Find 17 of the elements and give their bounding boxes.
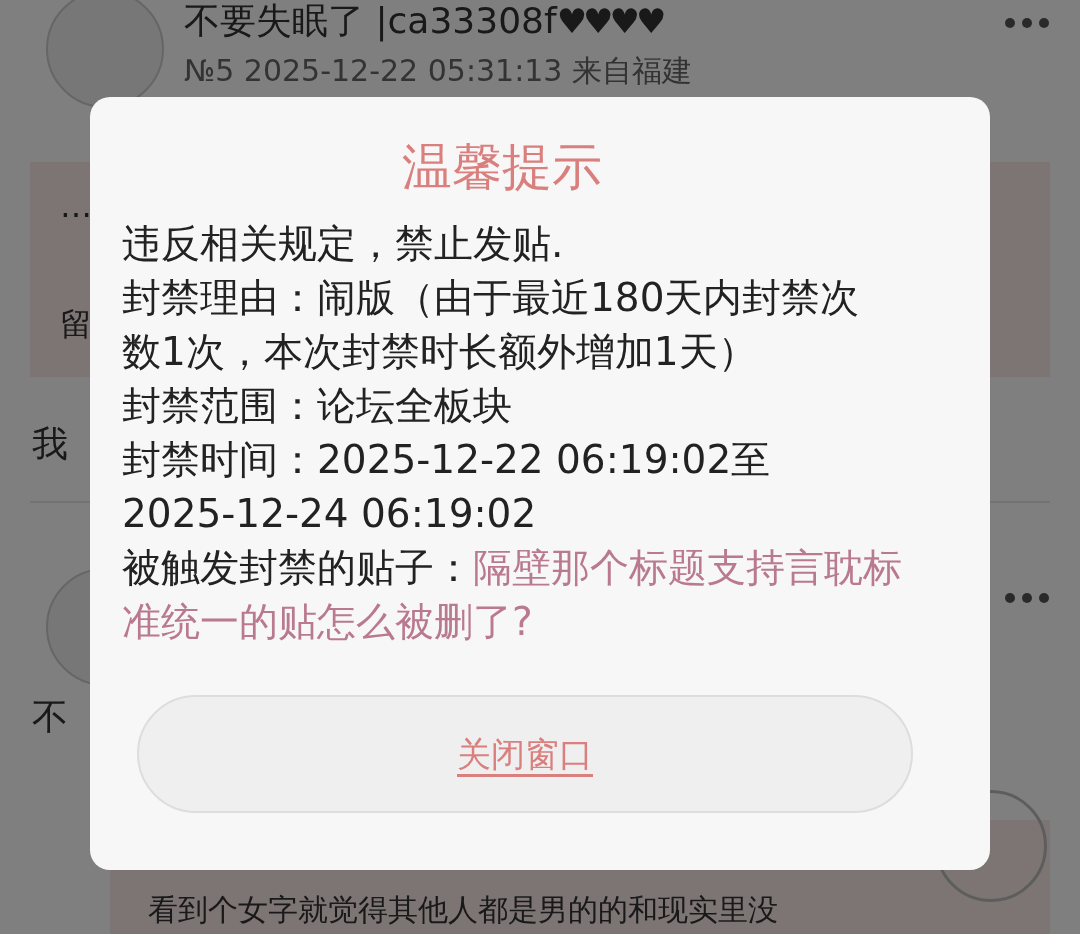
- dialog-text: 封禁范围：论坛全板块: [122, 382, 513, 430]
- quote-text: 留: [60, 304, 92, 345]
- quote-text: …: [60, 186, 92, 227]
- dialog-text: 违反相关规定，禁止发贴.: [122, 220, 565, 268]
- username: 不要失眠了 |ca33308f: [184, 0, 557, 42]
- dialog-text: 封禁时间：2025-12-22 06:19:02至2025-12-24 06:19:02: [122, 436, 772, 538]
- quote-text: 看到个女字就觉得其他人都是男的的和现实里没: [148, 892, 778, 927]
- post-link[interactable]: 准统一的贴怎么被删了?: [122, 599, 533, 644]
- heart-symbols: ♥♥♥♥: [556, 0, 663, 41]
- dialog-title: 温馨提示: [401, 137, 603, 197]
- field-label: 被触发封禁的贴子：: [122, 545, 473, 590]
- post-meta: №5 2025-12-22 05:31:13 来自福建: [184, 52, 692, 90]
- dialog-text: 封禁理由：闹版（由于最近180天内封禁次数1次，本次封禁时长额外增加1天）: [122, 274, 861, 376]
- reply-text: 我: [32, 422, 68, 466]
- close-button[interactable]: 关闭窗口: [137, 695, 913, 813]
- reply-text: 不: [31, 695, 69, 739]
- post-link[interactable]: 隔壁那个标题支持言耽标: [473, 545, 902, 590]
